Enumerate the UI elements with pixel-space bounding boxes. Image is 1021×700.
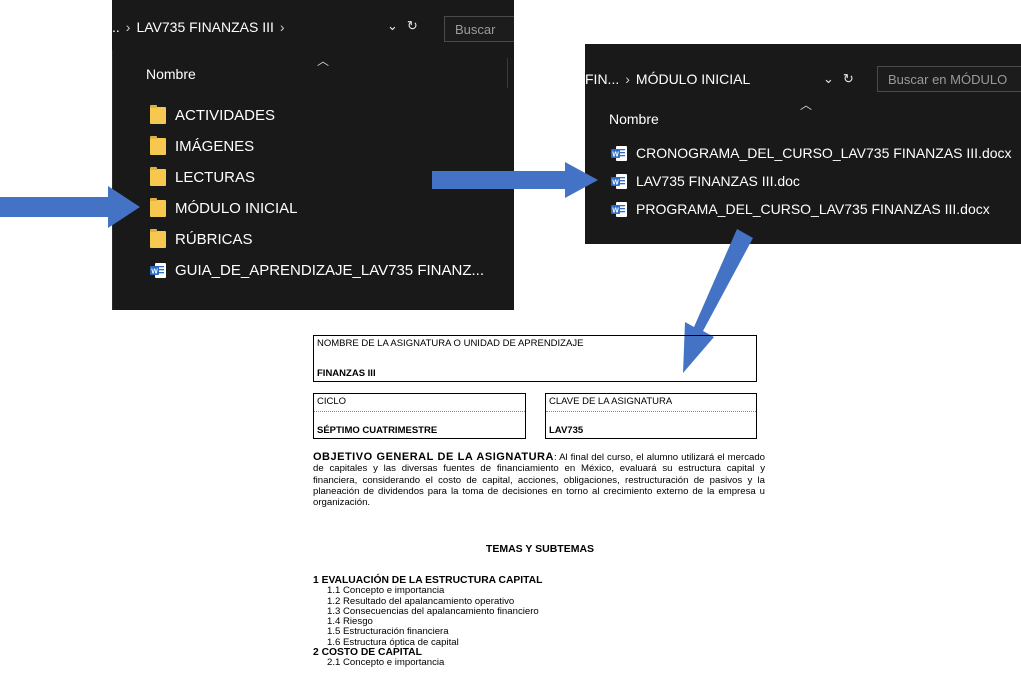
cycle-value: SÉPTIMO CUATRIMESTRE xyxy=(317,425,438,436)
topics-list: 1 EVALUACIÓN DE LA ESTRUCTURA CAPITAL 1.1… xyxy=(313,575,542,669)
subject-code-box: CLAVE DE LA ASIGNATURA LAV735 xyxy=(545,393,757,439)
objective-heading: OBJETIVO GENERAL DE LA ASIGNATURA xyxy=(313,451,554,463)
document-preview: NOMBRE DE LA ASIGNATURA O UNIDAD DE APRE… xyxy=(305,330,775,700)
arrow-left-icon xyxy=(0,186,140,228)
topics-title: TEMAS Y SUBTEMAS xyxy=(485,543,595,555)
code-value: LAV735 xyxy=(549,425,584,436)
subject-label: NOMBRE DE LA ASIGNATURA O UNIDAD DE APRE… xyxy=(317,338,584,349)
subtopic-item: 2.1 Concepto e importancia xyxy=(327,657,445,669)
cycle-label: CICLO xyxy=(317,396,347,407)
subject-value: FINANZAS III xyxy=(317,368,376,379)
subject-name-box: NOMBRE DE LA ASIGNATURA O UNIDAD DE APRE… xyxy=(313,335,757,382)
general-objective-paragraph: OBJETIVO GENERAL DE LA ASIGNATURA: Al fi… xyxy=(313,451,765,508)
arrow-right-icon xyxy=(432,162,598,198)
code-label: CLAVE DE LA ASIGNATURA xyxy=(549,396,673,407)
cycle-box: CICLO SÉPTIMO CUATRIMESTRE xyxy=(313,393,526,439)
